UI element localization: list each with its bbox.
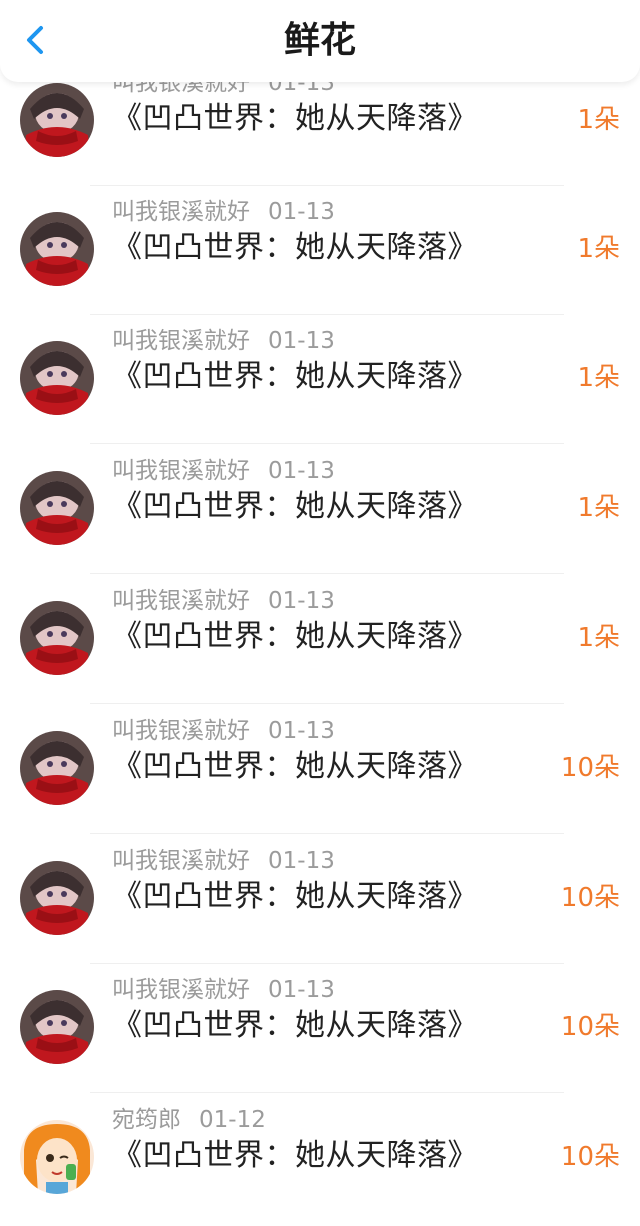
list-item[interactable]: 叫我银溪就好 01-13 《凹凸世界：她从天降落》 10朵 [0, 834, 640, 964]
flower-count: 10朵 [560, 1142, 620, 1172]
flower-count: 1朵 [577, 493, 620, 523]
user-avatar[interactable] [20, 83, 94, 157]
book-title[interactable]: 《凹凸世界：她从天降落》 [112, 482, 478, 532]
book-title[interactable]: 《凹凸世界：她从天降落》 [112, 742, 478, 792]
date: 01-12 [199, 1107, 266, 1133]
flower-count: 10朵 [560, 883, 620, 913]
page-title: 鲜花 [283, 20, 356, 61]
list-item[interactable]: 叫我银溪就好 01-13 《凹凸世界：她从天降落》 1朵 [0, 444, 640, 574]
flower-count: 1朵 [577, 234, 620, 264]
book-title[interactable]: 《凹凸世界：她从天降落》 [112, 352, 478, 402]
username: 叫我银溪就好 [112, 977, 250, 1003]
username: 叫我银溪就好 [112, 588, 250, 614]
user-avatar[interactable] [20, 212, 94, 286]
flower-count: 10朵 [560, 1012, 620, 1042]
date: 01-13 [268, 718, 335, 744]
username: 宛筠郎 [112, 1107, 181, 1133]
flower-count: 1朵 [577, 623, 620, 653]
user-avatar[interactable] [20, 341, 94, 415]
user-avatar[interactable] [20, 471, 94, 545]
flower-count: 1朵 [577, 105, 620, 135]
date: 01-13 [268, 977, 335, 1003]
book-title[interactable]: 《凹凸世界：她从天降落》 [112, 94, 478, 144]
date: 01-13 [268, 199, 335, 225]
book-title[interactable]: 《凹凸世界：她从天降落》 [112, 223, 478, 273]
username: 叫我银溪就好 [112, 328, 250, 354]
list-item[interactable]: 叫我银溪就好 01-13 《凹凸世界：她从天降落》 1朵 [0, 574, 640, 704]
username: 叫我银溪就好 [112, 718, 250, 744]
user-avatar[interactable] [20, 731, 94, 805]
flower-list: 叫我银溪就好 01-13 《凹凸世界：她从天降落》 1朵 叫我银溪就好 01-13 … [0, 0, 640, 1226]
date: 01-13 [268, 848, 335, 874]
user-avatar[interactable] [20, 601, 94, 675]
list-item[interactable]: 叫我银溪就好 01-13 《凹凸世界：她从天降落》 10朵 [0, 704, 640, 834]
list-item[interactable]: 叫我银溪就好 01-13 《凹凸世界：她从天降落》 10朵 [0, 963, 640, 1093]
flower-list-page: 叫我银溪就好 01-13 《凹凸世界：她从天降落》 1朵 叫我银溪就好 01-13 … [0, 0, 640, 1226]
username: 叫我银溪就好 [112, 458, 250, 484]
user-avatar[interactable] [20, 861, 94, 935]
list-item[interactable]: 宛筠郎 01-12 《凹凸世界：她从天降落》 10朵 [0, 1093, 640, 1223]
flower-count: 1朵 [577, 363, 620, 393]
flower-count: 10朵 [560, 753, 620, 783]
book-title[interactable]: 《凹凸世界：她从天降落》 [112, 872, 478, 922]
book-title[interactable]: 《凹凸世界：她从天降落》 [112, 612, 478, 662]
user-avatar[interactable] [20, 1120, 94, 1194]
list-item[interactable]: 叫我银溪就好 01-13 《凹凸世界：她从天降落》 1朵 [0, 314, 640, 444]
date: 01-13 [268, 458, 335, 484]
date: 01-13 [268, 588, 335, 614]
date: 01-13 [268, 328, 335, 354]
book-title[interactable]: 《凹凸世界：她从天降落》 [112, 1131, 478, 1181]
book-title[interactable]: 《凹凸世界：她从天降落》 [112, 1001, 478, 1051]
top-nav-bar: 鲜花 [0, 0, 640, 82]
username: 叫我银溪就好 [112, 199, 250, 225]
user-avatar[interactable] [20, 990, 94, 1064]
username: 叫我银溪就好 [112, 848, 250, 874]
list-item[interactable]: 叫我银溪就好 01-13 《凹凸世界：她从天降落》 1朵 [0, 185, 640, 315]
